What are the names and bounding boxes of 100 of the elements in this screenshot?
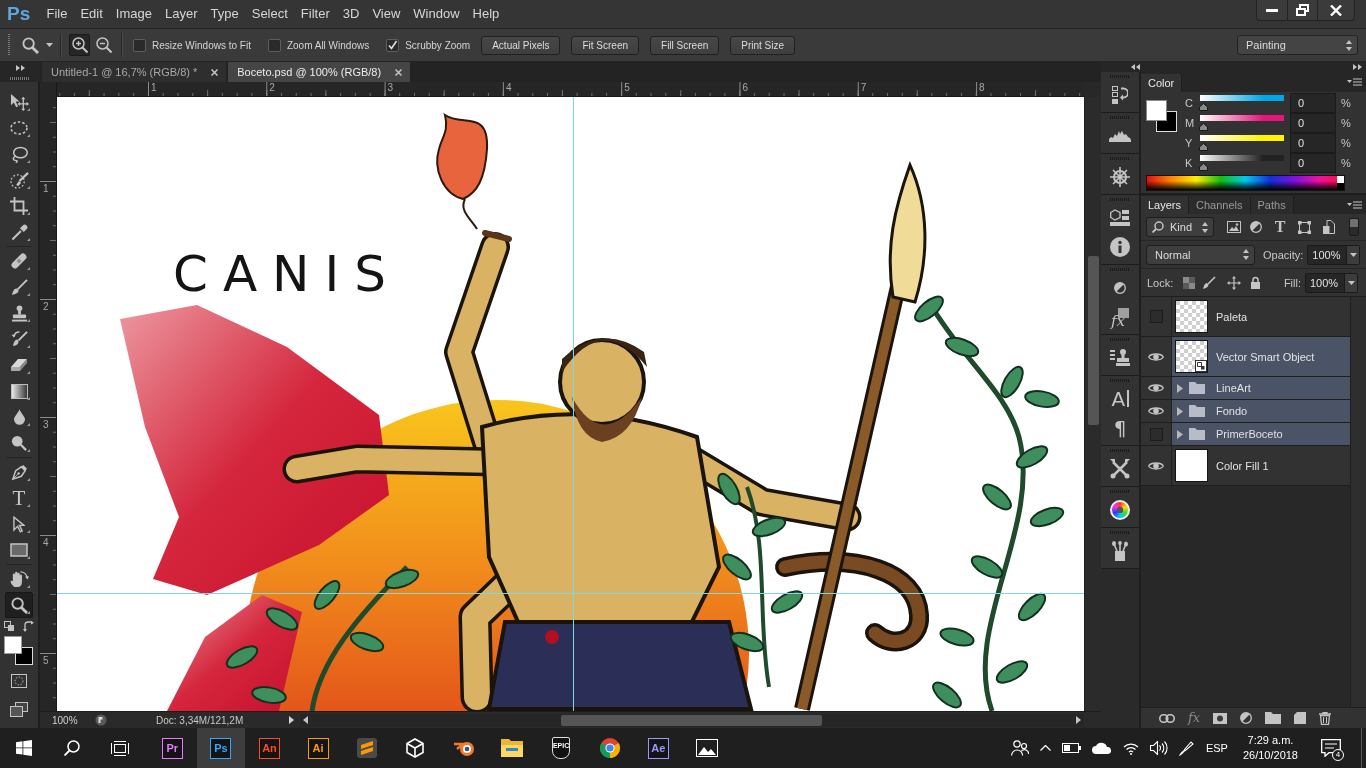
layer-name[interactable]: Fondo	[1216, 405, 1248, 417]
eye-icon[interactable]	[1148, 460, 1164, 471]
menu-item[interactable]: Edit	[73, 4, 110, 24]
blend-mode-dropdown[interactable]: Normal	[1146, 244, 1255, 265]
clock-button[interactable]: 7:29 a.m. 26/10/2018	[1238, 733, 1302, 763]
color-spectrum[interactable]	[1146, 175, 1345, 191]
panel-menu-icon[interactable]	[1347, 78, 1362, 86]
scroll-right-icon[interactable]	[1076, 716, 1081, 724]
slider-thumb[interactable]	[1199, 123, 1208, 131]
menu-item[interactable]: 3D	[336, 4, 366, 24]
minimize-button[interactable]	[1256, 0, 1288, 21]
swap-arrows-icon[interactable]	[23, 620, 34, 632]
character-button[interactable]: A	[1104, 384, 1136, 413]
eye-icon[interactable]	[1148, 351, 1164, 362]
panel-tab[interactable]: Color	[1141, 74, 1183, 92]
collapse-arrows-icon[interactable]	[1131, 64, 1140, 70]
layer-name[interactable]: Vector Smart Object	[1216, 350, 1315, 363]
color-slider[interactable]	[1199, 155, 1287, 171]
menu-arrow-icon[interactable]	[289, 716, 294, 724]
value-field[interactable]: 0	[1290, 133, 1336, 153]
paragraph-button[interactable]: ¶	[1104, 413, 1136, 442]
restore-button[interactable]	[1288, 0, 1318, 21]
menu-item[interactable]: Window	[406, 4, 467, 24]
picture-icon[interactable]	[1227, 221, 1241, 233]
battery-icon[interactable]	[1061, 743, 1081, 753]
speaker-icon[interactable]	[1149, 741, 1168, 755]
people-icon[interactable]	[1010, 740, 1029, 756]
brush-icon[interactable]	[1202, 275, 1217, 290]
layer-row[interactable]: Paleta	[1141, 297, 1350, 337]
expand-arrow-icon[interactable]	[1177, 429, 1183, 439]
layer-row[interactable]: PrimerBoceto	[1141, 423, 1350, 446]
checkbox-label[interactable]: Zoom All Windows	[286, 39, 370, 51]
menu-item[interactable]: Filter	[294, 4, 337, 24]
menu-item[interactable]: View	[365, 4, 407, 24]
zoom-field[interactable]: 100%	[52, 714, 86, 726]
vertical-scrollbar[interactable]	[1350, 297, 1366, 707]
pen-icon[interactable]	[1178, 740, 1195, 756]
folder-icon[interactable]	[1265, 712, 1282, 724]
trash-icon[interactable]	[1319, 711, 1332, 725]
close-tab-button[interactable]	[209, 66, 221, 78]
taskbar-app[interactable]: Ae	[633, 728, 683, 768]
slider-thumb[interactable]	[1199, 103, 1208, 111]
menu-item[interactable]: Help	[466, 4, 506, 24]
value-field[interactable]: 0	[1290, 113, 1336, 133]
checkerboard-icon[interactable]	[1183, 276, 1196, 289]
color-slider[interactable]	[1199, 95, 1287, 111]
document-tab[interactable]: Untitled-1 @ 16,7% (RGB/8) *	[42, 62, 227, 82]
taskbar-app[interactable]: Ps	[196, 728, 246, 768]
workspace-dropdown[interactable]: Painting	[1237, 35, 1358, 55]
language-indicator[interactable]: ESP	[1205, 742, 1228, 754]
expand-arrow-icon[interactable]	[1177, 383, 1183, 393]
tool-button[interactable]	[5, 592, 33, 618]
document-icon[interactable]	[1323, 220, 1335, 234]
toolbar-button[interactable]: Print Size	[730, 35, 796, 55]
layer-name[interactable]: Paleta	[1216, 310, 1248, 323]
checkbox-label[interactable]: Scrubby Zoom	[405, 39, 471, 51]
menu-item[interactable]: Image	[109, 4, 159, 24]
panel-menu-icon[interactable]	[1347, 200, 1362, 209]
move-arrows-icon[interactable]	[1227, 275, 1242, 290]
layer-name[interactable]: LineArt	[1216, 382, 1251, 394]
checkbox[interactable]	[267, 38, 281, 52]
close-tab-button[interactable]	[393, 66, 405, 78]
color-swatch-pair[interactable]	[4, 636, 34, 666]
taskbar-app[interactable]: Pr	[148, 728, 197, 768]
value-field[interactable]: 0	[1290, 93, 1336, 113]
effects-button[interactable]: fx	[1188, 711, 1201, 725]
eye-icon[interactable]	[1148, 406, 1164, 416]
slider-thumb[interactable]	[1199, 143, 1208, 151]
half-circle-icon[interactable]	[1240, 712, 1253, 724]
mask-icon[interactable]	[1213, 712, 1228, 724]
layer-name[interactable]: Color Fill 1	[1216, 459, 1269, 472]
expand-arrows-icon[interactable]	[15, 65, 25, 71]
scroll-thumb[interactable]	[561, 714, 822, 726]
panel-tab[interactable]: Channels	[1189, 196, 1251, 214]
zoom-mode-button[interactable]	[93, 34, 114, 56]
canvas[interactable]: CANIS	[57, 97, 1084, 711]
document-tab[interactable]: Boceto.psd @ 100% (RGB/8)	[228, 62, 411, 82]
panel-tab[interactable]: Paths	[1250, 196, 1294, 214]
menu-item[interactable]: Layer	[158, 4, 205, 24]
color-slider[interactable]	[1199, 115, 1287, 131]
slider-thumb[interactable]	[1199, 163, 1208, 171]
layer-row[interactable]: LineArt	[1141, 377, 1350, 400]
checkbox[interactable]	[133, 38, 146, 52]
default-colors-icon[interactable]	[4, 621, 14, 631]
checkbox[interactable]	[386, 38, 400, 52]
menu-item[interactable]: Select	[245, 4, 295, 24]
filter-toggle[interactable]	[1349, 218, 1359, 236]
vertical-scrollbar[interactable]	[1084, 97, 1101, 711]
new-layer-icon[interactable]	[1294, 712, 1307, 724]
expand-arrows-icon[interactable]	[1353, 64, 1362, 70]
expand-arrow-icon[interactable]	[1177, 406, 1183, 416]
transform-box-icon[interactable]	[1298, 220, 1311, 234]
cloud-icon[interactable]	[1091, 742, 1112, 754]
close-button[interactable]	[1318, 0, 1355, 21]
layer-row[interactable]: Vector Smart Object	[1141, 337, 1350, 377]
value-field[interactable]: 0	[1290, 153, 1336, 173]
toolbar-button[interactable]: Fill Screen	[650, 35, 720, 55]
half-circle-icon[interactable]	[1250, 221, 1262, 233]
eye-icon[interactable]	[1148, 383, 1164, 393]
layer-row[interactable]: Fondo	[1141, 400, 1350, 423]
